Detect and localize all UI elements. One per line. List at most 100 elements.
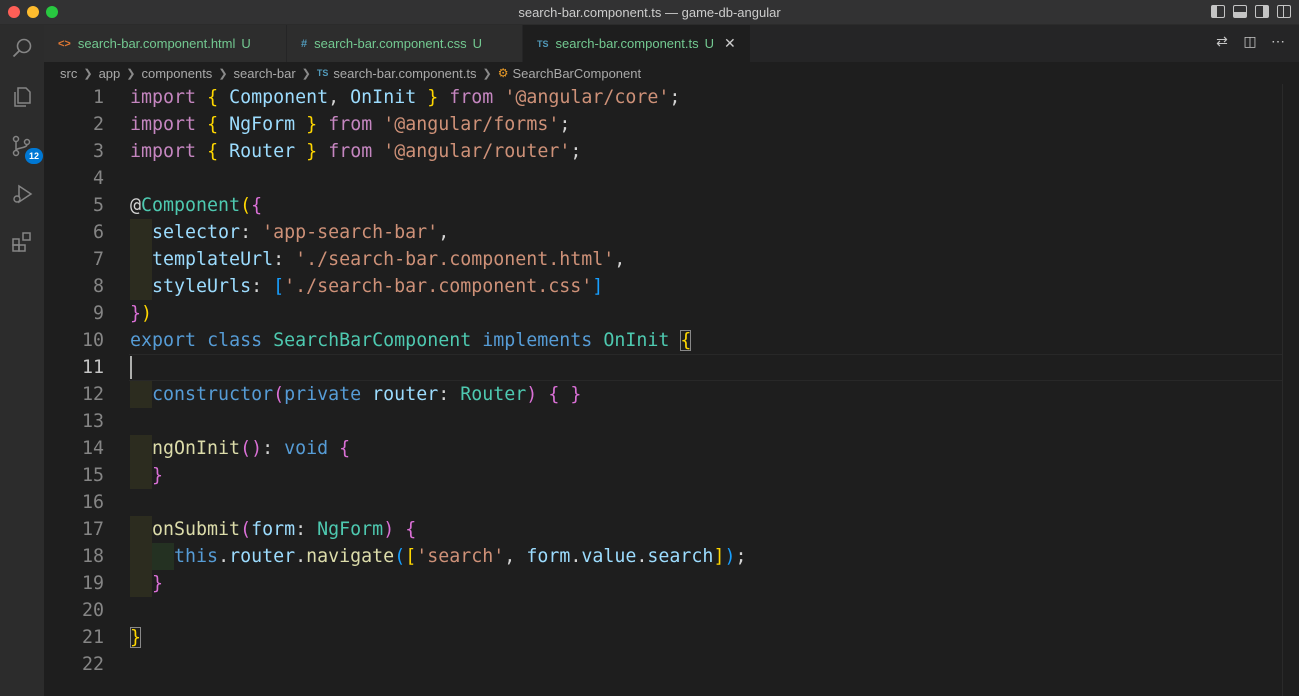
breadcrumb-item[interactable]: SearchBarComponent bbox=[512, 66, 641, 81]
code-token: '@angular/router' bbox=[383, 141, 571, 162]
code-line[interactable]: 10 export class SearchBarComponent implem… bbox=[44, 327, 1282, 354]
breadcrumb-item[interactable]: app bbox=[99, 66, 121, 81]
tab-css[interactable]: # search-bar.component.css U bbox=[287, 25, 523, 62]
code-token: . bbox=[218, 546, 230, 567]
more-actions-icon[interactable]: ⋯ bbox=[1271, 34, 1285, 48]
breadcrumb-item[interactable]: components bbox=[141, 66, 212, 81]
line-number: 21 bbox=[81, 627, 104, 648]
breadcrumb-item[interactable]: search-bar.component.ts bbox=[333, 66, 476, 81]
search-icon[interactable] bbox=[7, 33, 37, 63]
code-token: , bbox=[504, 546, 527, 567]
line-number: 22 bbox=[81, 654, 104, 675]
code-token: from bbox=[328, 114, 373, 135]
code-token: ; bbox=[669, 87, 681, 108]
code-line[interactable]: 7 templateUrl: './search-bar.component.h… bbox=[44, 246, 1282, 273]
toggle-secondary-sidebar-icon[interactable] bbox=[1255, 5, 1269, 18]
line-number: 12 bbox=[81, 384, 104, 405]
code-token: ( bbox=[240, 519, 252, 540]
code-line[interactable]: 16 bbox=[44, 489, 1282, 516]
customize-layout-icon[interactable] bbox=[1277, 5, 1291, 18]
code-line[interactable]: 20 bbox=[44, 597, 1282, 624]
run-and-debug-icon[interactable] bbox=[7, 179, 37, 209]
code-token: { bbox=[207, 114, 219, 135]
chevron-right-icon: ❯ bbox=[218, 67, 228, 80]
code-token: OnInit bbox=[350, 87, 417, 108]
code-token: 'app-search-bar' bbox=[262, 222, 439, 243]
code-line[interactable]: 6 selector: 'app-search-bar', bbox=[44, 219, 1282, 246]
code-line[interactable]: 3 import { Router } from '@angular/router… bbox=[44, 138, 1282, 165]
code-text: }) bbox=[130, 300, 152, 327]
typescript-file-icon: TS bbox=[316, 68, 329, 78]
explorer-icon[interactable] bbox=[7, 82, 37, 112]
code-line[interactable]: 9}) bbox=[44, 300, 1282, 327]
code-line[interactable]: 8 styleUrls: ['./search-bar.component.cs… bbox=[44, 273, 1282, 300]
code-token: ( bbox=[273, 384, 285, 405]
code-line[interactable]: 19 } bbox=[44, 570, 1282, 597]
untracked-status: U bbox=[472, 36, 482, 51]
code-line[interactable]: 11 bbox=[44, 354, 1282, 381]
chevron-right-icon: ❯ bbox=[83, 67, 93, 80]
code-token: . bbox=[570, 546, 582, 567]
split-editor-icon[interactable]: ◫ bbox=[1243, 34, 1257, 48]
typescript-file-icon: TS bbox=[537, 38, 549, 49]
code-line[interactable]: 17 onSubmit(form: NgForm) { bbox=[44, 516, 1282, 543]
tab-html[interactable]: <> search-bar.component.html U bbox=[44, 25, 287, 62]
code-token: from bbox=[449, 87, 494, 108]
source-control-icon[interactable]: 12 bbox=[7, 131, 43, 164]
code-line[interactable]: 2 import { NgForm } from '@angular/forms'… bbox=[44, 111, 1282, 138]
breadcrumb-item[interactable]: search-bar bbox=[234, 66, 296, 81]
code-line[interactable]: 18 this.router.navigate(['search', form.… bbox=[44, 543, 1282, 570]
compare-changes-icon[interactable]: ⇄ bbox=[1215, 34, 1229, 48]
code-line[interactable]: 13 bbox=[44, 408, 1282, 435]
code-token: search bbox=[647, 546, 714, 567]
code-token: ] bbox=[592, 276, 604, 297]
code-token: constructor bbox=[152, 384, 274, 405]
line-number: 3 bbox=[92, 141, 104, 162]
code-line[interactable]: 1 import { Component, OnInit } from '@ang… bbox=[44, 84, 1282, 111]
code-token: } bbox=[130, 303, 142, 324]
extensions-icon[interactable] bbox=[7, 227, 37, 257]
code-line[interactable]: 15 } bbox=[44, 462, 1282, 489]
code-token: ) bbox=[383, 519, 395, 540]
code-text: templateUrl: './search-bar.component.htm… bbox=[130, 246, 625, 273]
editor-scrollbar[interactable] bbox=[1282, 84, 1299, 696]
code-token: from bbox=[328, 141, 373, 162]
code-line[interactable]: 12 constructor(private router: Router) {… bbox=[44, 381, 1282, 408]
code-line[interactable]: 22 bbox=[44, 651, 1282, 678]
line-number: 6 bbox=[92, 222, 104, 243]
close-icon[interactable]: ✕ bbox=[724, 35, 736, 52]
code-text: @Component({ bbox=[130, 192, 262, 219]
code-token: import bbox=[130, 114, 197, 135]
toggle-panel-icon[interactable] bbox=[1233, 5, 1247, 18]
code-token: , bbox=[438, 222, 450, 243]
code-token: import bbox=[130, 87, 197, 108]
code-token: , bbox=[614, 249, 626, 270]
code-line[interactable]: 21} bbox=[44, 624, 1282, 651]
line-number: 2 bbox=[92, 114, 104, 135]
code-editor[interactable]: 1 import { Component, OnInit } from '@ang… bbox=[44, 84, 1282, 696]
toggle-primary-sidebar-icon[interactable] bbox=[1211, 5, 1225, 18]
code-token: implements bbox=[482, 330, 593, 351]
code-line[interactable]: 4 bbox=[44, 165, 1282, 192]
code-token: '@angular/forms' bbox=[383, 114, 560, 135]
code-line[interactable]: 5 @Component({ bbox=[44, 192, 1282, 219]
tab-ts[interactable]: TS search-bar.component.ts U ✕ bbox=[523, 25, 751, 62]
breadcrumb-item[interactable]: src bbox=[60, 66, 77, 81]
line-number: 13 bbox=[81, 411, 104, 432]
code-token: } bbox=[570, 384, 582, 405]
line-number: 4 bbox=[92, 168, 104, 189]
title-bar: search-bar.component.ts — game-db-angula… bbox=[0, 0, 1299, 25]
untracked-status: U bbox=[241, 36, 251, 51]
code-line[interactable]: 14 ngOnInit(): void { bbox=[44, 435, 1282, 462]
code-token: . bbox=[295, 546, 307, 567]
